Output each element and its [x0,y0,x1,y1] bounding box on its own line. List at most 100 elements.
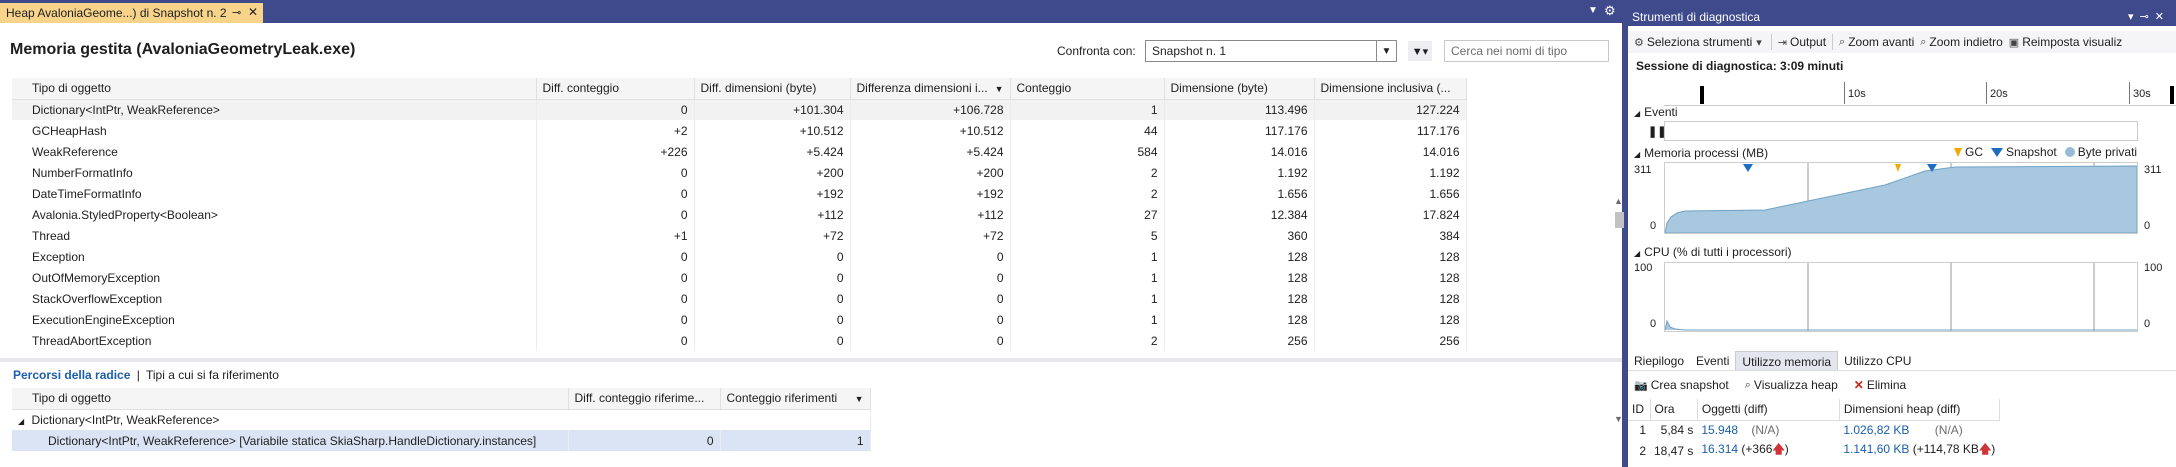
tab-referenced-types[interactable]: Tipi a cui si fa riferimento [146,368,279,382]
cpu-chart[interactable] [1664,262,2138,332]
paths-col-count[interactable]: Conteggio riferimenti ▼ [720,388,871,410]
select-tools-button[interactable]: ⚙ Seleziona strumenti ▾ [1634,35,1765,49]
table-row[interactable]: GCHeapHash +2 +10.512 +10.512 44 117.176 117.1… [12,120,1467,141]
table-row[interactable]: Thread +1 +72 +72 5 360 384 [12,225,1467,246]
tab-cpu-usage[interactable]: Utilizzo CPU [1838,351,1917,370]
pane-splitter[interactable] [0,358,1622,362]
memory-chart[interactable] [1664,162,2138,234]
col-header-size[interactable]: Dimensione (byte) [1164,78,1315,100]
table-row[interactable]: WeakReference +226 +5.424 +5.424 584 14.016 14… [12,141,1467,162]
take-snapshot-button[interactable]: 📷 Crea snapshot [1634,378,1729,392]
table-row[interactable]: ExecutionEngineException 0 0 0 1 128 128 [12,309,1467,330]
table-row[interactable]: OutOfMemoryException 0 0 0 1 128 128 [12,267,1467,288]
timeline-selection[interactable] [1700,86,2174,104]
cpu-section-label[interactable]: ◢ CPU (% di tutti i processori) [1634,245,1792,259]
table-row[interactable]: Dictionary<IntPtr, WeakReference> 0 +101.3… [12,99,1467,120]
value-cell: 1.192 [1314,162,1467,183]
output-button[interactable]: ⇥ Output [1778,35,1826,49]
heap-table: Tipo di oggetto Diff. conteggio Diff. di… [12,78,1467,351]
col-header-diff-count[interactable]: Diff. conteggio [536,78,695,100]
type-name-cell: Exception [12,246,537,267]
table-row[interactable]: ThreadAbortException 0 0 0 2 256 256 [12,330,1467,351]
document-tab-strip: Heap AvaloniaGeome...) di Snapshot n. 2 … [0,0,1622,23]
table-row[interactable]: StackOverflowException 0 0 0 1 128 128 [12,288,1467,309]
snapshot-marker-1[interactable] [1743,164,1753,172]
scroll-up-icon[interactable]: ▲ [1614,196,1623,206]
document-tab[interactable]: Heap AvaloniaGeome...) di Snapshot n. 2 … [0,3,263,23]
compare-select[interactable]: Snapshot n. 1 ▼ [1145,40,1397,62]
view-heap-button[interactable]: ⌕ Visualizza heap [1745,378,1838,392]
diagnostic-tabs: Riepilogo Eventi Utilizzo memoria Utiliz… [1628,351,2176,371]
tab-events[interactable]: Eventi [1690,351,1735,370]
col-header-inclusive-size[interactable]: Dimensione inclusiva (... [1314,78,1467,100]
snap-col-id[interactable]: ID [1628,399,1651,421]
col-header-count[interactable]: Conteggio [1010,78,1165,100]
table-row[interactable]: DateTimeFormatInfo 0 +192 +192 2 1.656 1.656 [12,183,1467,204]
snap-col-objects[interactable]: Oggetti (diff) [1697,399,1840,421]
pin-icon[interactable]: ⊸ [2140,11,2155,23]
snap-col-heap[interactable]: Dimensioni heap (diff) [1839,399,2000,421]
tab-summary[interactable]: Riepilogo [1628,351,1690,370]
snap-objects-link[interactable]: 15.948 [1701,423,1738,437]
tab-memory-usage[interactable]: Utilizzo memoria [1735,351,1839,370]
table-row[interactable]: Avalonia.StyledProperty<Boolean> 0 +112 +11… [12,204,1467,225]
value-cell: 0 [850,246,1011,267]
delete-button[interactable]: ✕ Elimina [1854,378,1906,392]
close-icon[interactable]: ✕ [2155,11,2170,23]
value-cell: 256 [1164,330,1315,351]
paths-parent-row[interactable]: ◢ Dictionary<IntPtr, WeakReference> [12,409,871,430]
zoom-out-button[interactable]: ⌕ Zoom indietro [1920,35,2003,49]
reset-view-button[interactable]: ▣ Reimposta visualiz [2009,35,2122,49]
heap-document-pane: Heap AvaloniaGeome...) di Snapshot n. 2 … [0,0,1624,467]
scroll-thumb[interactable] [1615,212,1624,228]
value-cell: 1 [1010,288,1165,309]
diagnostic-toolbar: ⚙ Seleziona strumenti ▾ ⇥ Output ⌕ Zoom avan… [1628,31,2176,53]
value-cell: 5 [1010,225,1165,246]
table-row[interactable]: NumberFormatInfo 0 +200 +200 2 1.192 1.192 [12,162,1467,183]
col-header-type[interactable]: Tipo di oggetto [12,78,537,100]
close-icon[interactable]: ✕ [248,5,258,19]
chevron-down-icon[interactable]: ▼ [1376,41,1396,61]
snap-col-time[interactable]: Ora [1650,399,1698,421]
value-cell: 0 [850,267,1011,288]
type-name-cell: NumberFormatInfo [12,162,537,183]
paths-col-diff[interactable]: Diff. conteggio riferime... [568,388,721,410]
paths-child-row[interactable]: Dictionary<IntPtr, WeakReference> [Varia… [12,430,871,451]
memory-chart-svg [1664,163,2138,234]
snap-heap-link[interactable]: 1.026,82 KB [1843,423,1909,437]
events-track[interactable] [1664,121,2138,141]
value-cell: 128 [1314,267,1467,288]
search-input[interactable] [1444,40,1609,62]
snapshot-row-2[interactable]: 2 18,47 s 16.314 (+366🡅) 1.141,60 KB (+1… [1628,440,1999,461]
snap-heap-link[interactable]: 1.141,60 KB [1843,442,1909,456]
expand-triangle-icon[interactable]: ◢ [18,417,24,426]
paths-col-type[interactable]: Tipo di oggetto [12,388,569,410]
gear-icon: ⚙ [1634,36,1644,49]
snapshot-row-1[interactable]: 1 5,84 s 15.948 (N/A) 1.026,82 KB (N/A) [1628,420,1999,440]
memory-section-label[interactable]: ◢ Memoria processi (MB) [1634,146,1768,160]
value-cell: 128 [1314,309,1467,330]
tab-root-paths[interactable]: Percorsi della radice [13,368,130,382]
col-header-diff-size[interactable]: Diff. dimensioni (byte) [694,78,851,100]
value-cell: 17.824 [1314,204,1467,225]
snapshot-grid: ID Ora Oggetti (diff) Dimensioni heap (d… [1628,399,2176,461]
value-cell: 128 [1164,267,1315,288]
diagnostic-tools-title-bar: Strumenti di diagnostica ▾⊸✕ [1628,8,2176,26]
pin-icon[interactable]: ⊸ [232,6,241,19]
col-header-diff-inclusive[interactable]: Differenza dimensioni i... ▼ [850,78,1011,100]
snap-objects-link[interactable]: 16.314 [1701,442,1738,456]
filter-icon[interactable]: ▼▾ [1408,41,1432,61]
gear-icon[interactable]: ⚙ [1604,3,1616,19]
value-cell: 14.016 [1314,141,1467,162]
value-cell: 384 [1314,225,1467,246]
cpu-axis-min-left: 0 [1650,318,1657,330]
gc-marker-1[interactable] [1895,164,1901,172]
table-row[interactable]: Exception 0 0 0 1 128 128 [12,246,1467,267]
value-cell: +200 [850,162,1011,183]
tab-overflow-icon[interactable]: ▼ [1588,5,1598,16]
value-cell: +192 [850,183,1011,204]
dropdown-icon[interactable]: ▾ [2128,11,2140,23]
zoom-in-button[interactable]: ⌕ Zoom avanti [1839,35,1914,49]
timeline-ruler[interactable]: 10s 20s 30s [1664,76,2176,106]
events-section-label[interactable]: ◢ Eventi [1634,105,1678,119]
